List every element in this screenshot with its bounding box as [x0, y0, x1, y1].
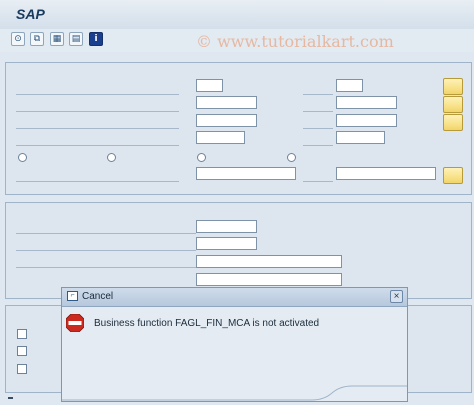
- execute-icon[interactable]: ⊙: [11, 32, 25, 46]
- selection-panel-2: [5, 202, 472, 299]
- multiple-selection-button[interactable]: [443, 96, 463, 113]
- input-field-to[interactable]: [336, 167, 436, 180]
- field-label-line: [16, 128, 179, 129]
- to-label-line: [303, 145, 333, 146]
- field-label-line: [16, 94, 179, 95]
- status-bar-marker: [8, 397, 13, 399]
- input-field[interactable]: [196, 167, 296, 180]
- input-field[interactable]: [196, 114, 257, 127]
- input-field-to[interactable]: [336, 114, 397, 127]
- multiple-selection-button[interactable]: [443, 78, 463, 95]
- cancel-dialog: ⌐ Cancel × Business function FAGL_FIN_MC…: [61, 287, 408, 402]
- dialog-title: Cancel: [82, 291, 114, 302]
- window-icon: ⌐: [67, 291, 78, 301]
- field-label-line: [16, 145, 179, 146]
- radio-button[interactable]: [107, 153, 116, 162]
- input-field[interactable]: [196, 220, 257, 233]
- selection-icon[interactable]: ▤: [69, 32, 83, 46]
- checkbox[interactable]: [17, 329, 27, 339]
- stop-icon: [66, 314, 84, 332]
- dialog-footer: [62, 385, 407, 401]
- input-field[interactable]: [196, 255, 342, 268]
- title-bar: SAP: [0, 0, 474, 30]
- to-label-line: [303, 111, 333, 112]
- radio-button[interactable]: [197, 153, 206, 162]
- input-field[interactable]: [196, 237, 257, 250]
- input-field-to[interactable]: [336, 96, 397, 109]
- radio-button[interactable]: [18, 153, 27, 162]
- field-label-line: [16, 250, 196, 251]
- to-label-line: [303, 181, 333, 182]
- multiple-selection-button[interactable]: [443, 167, 463, 184]
- dialog-message: Business function FAGL_FIN_MCA is not ac…: [94, 318, 320, 329]
- dialog-title-bar: ⌐ Cancel ×: [62, 288, 407, 307]
- to-label-line: [303, 94, 333, 95]
- variant-icon[interactable]: ▦: [50, 32, 64, 46]
- input-field[interactable]: [196, 273, 342, 286]
- close-button[interactable]: ×: [390, 290, 403, 303]
- field-label-line: [16, 267, 196, 268]
- selection-panel-1: [5, 62, 472, 195]
- input-field[interactable]: [196, 131, 245, 144]
- info-icon[interactable]: i: [89, 32, 103, 46]
- input-field-to[interactable]: [336, 79, 363, 92]
- field-label-line: [16, 181, 179, 182]
- input-field[interactable]: [196, 96, 257, 109]
- input-field-to[interactable]: [336, 131, 385, 144]
- to-label-line: [303, 128, 333, 129]
- watermark: © www.tutorialkart.com: [196, 32, 394, 51]
- checkbox[interactable]: [17, 346, 27, 356]
- field-label-line: [16, 111, 179, 112]
- multiple-selection-button[interactable]: [443, 114, 463, 131]
- radio-button[interactable]: [287, 153, 296, 162]
- app-title: SAP: [16, 6, 45, 22]
- input-field[interactable]: [196, 79, 223, 92]
- checkbox[interactable]: [17, 364, 27, 374]
- copy-icon[interactable]: ⧉: [30, 32, 44, 46]
- field-label-line: [16, 233, 196, 234]
